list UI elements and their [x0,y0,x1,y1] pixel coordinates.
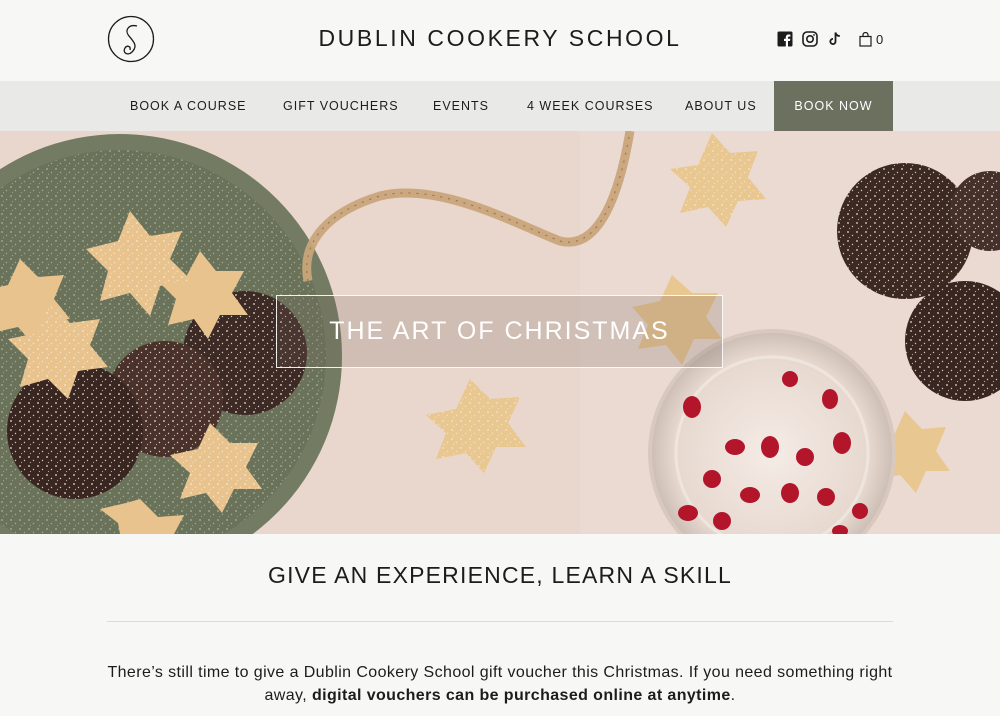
site-header: DUBLIN COOKERY SCHOOL 0 [0,0,1000,81]
intro-paragraph: There’s still time to give a Dublin Cook… [100,661,900,707]
intro-text-end: . [730,687,736,704]
cart-count: 0 [876,31,884,47]
nav-gift-vouchers[interactable]: GIFT VOUCHERS [283,81,399,131]
hero-title-box: THE ART OF CHRISTMAS [276,295,723,368]
nav-book-a-course[interactable]: BOOK A COURSE [130,81,247,131]
tiktok-icon[interactable] [827,31,843,47]
digital-vouchers-link[interactable]: digital vouchers can be purchased online… [312,687,731,704]
book-now-button[interactable]: BOOK NOW [774,81,893,131]
header-icons: 0 [777,31,883,47]
nav-events[interactable]: EVENTS [433,81,489,131]
section-divider [107,621,893,622]
hero-banner: THE ART OF CHRISTMAS [0,131,1000,534]
cart-button[interactable]: 0 [859,31,884,47]
instagram-icon[interactable] [802,31,818,47]
nav-about-us[interactable]: ABOUT US [685,81,757,131]
hero-title: THE ART OF CHRISTMAS [329,317,670,345]
section-title: GIVE AN EXPERIENCE, LEARN A SKILL [268,562,732,588]
main-nav: BOOK A COURSE GIFT VOUCHERS EVENTS 4 WEE… [0,81,1000,131]
shopping-bag-icon [859,31,872,47]
facebook-icon[interactable] [777,31,793,47]
nav-4-week-courses[interactable]: 4 WEEK COURSES [527,81,654,131]
